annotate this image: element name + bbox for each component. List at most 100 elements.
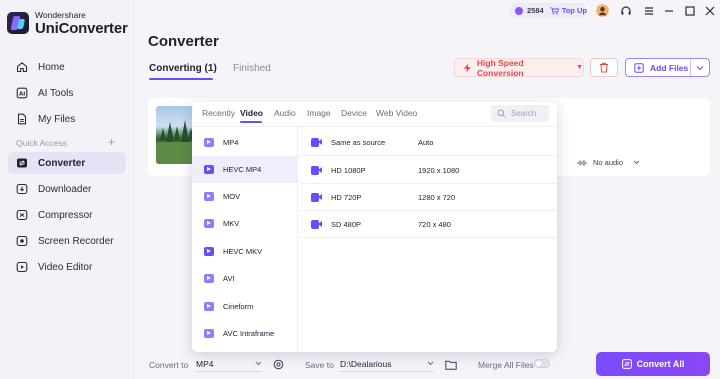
high-speed-conversion-button[interactable]: High Speed Conversion ▼ (454, 58, 584, 78)
video-camera-icon (311, 192, 322, 202)
merge-all-files-toggle[interactable] (534, 359, 550, 368)
search-placeholder: Search (511, 109, 537, 118)
resolution-name: SD 480P (331, 219, 362, 229)
top-up-button[interactable]: Top Up (550, 6, 587, 15)
video-format-icon (203, 136, 215, 149)
sidebar-item-downloader[interactable]: Downloader (8, 178, 126, 200)
ai-icon: AI (15, 87, 28, 100)
convert-to-label: Convert to (149, 360, 189, 370)
format-item-avc-intraframe[interactable]: AVC Intraframe (192, 320, 298, 347)
video-editor-icon (15, 261, 28, 274)
format-search-input[interactable]: Search (491, 105, 549, 122)
cart-icon (550, 6, 559, 14)
uniconverter-logo (7, 12, 29, 35)
sidebar-item-label: Home (38, 61, 65, 73)
format-item-hevc-mp4[interactable]: HEVC MP4 (192, 156, 298, 183)
home-icon (15, 61, 28, 74)
sidebar-item-video-editor[interactable]: Video Editor (8, 256, 126, 278)
tab-device[interactable]: Device (341, 108, 367, 118)
coin-icon (515, 6, 523, 15)
menu-icon[interactable] (642, 4, 655, 17)
svg-text:AI: AI (19, 92, 25, 98)
format-item-cineform[interactable]: Cineform (192, 293, 298, 320)
convert-to-select[interactable]: MP4 (196, 356, 262, 372)
trash-icon (600, 62, 608, 73)
format-item-avi[interactable]: AVI (192, 265, 298, 292)
avatar[interactable] (596, 4, 609, 17)
sidebar-item-label: Downloader (38, 183, 92, 195)
headset-icon[interactable] (619, 4, 632, 17)
tab-converting[interactable]: Converting (1) (149, 63, 217, 74)
audio-value: No audio (593, 158, 624, 167)
tab-recently[interactable]: Recently (202, 108, 235, 118)
video-format-icon (203, 300, 215, 313)
video-format-icon (203, 245, 215, 258)
format-popup: Recently Video Audio Image Device Web Vi… (192, 102, 557, 352)
brand: Wondershare UniConverter (7, 11, 128, 36)
convert-all-button[interactable]: Convert All (596, 352, 710, 376)
video-format-icon (203, 272, 215, 285)
sidebar-item-home[interactable]: Home (8, 56, 126, 78)
tab-image[interactable]: Image (307, 108, 331, 118)
convert-icon (15, 157, 28, 170)
save-to-value: D:\Dealarious (340, 358, 392, 369)
brand-main: UniConverter (35, 19, 128, 37)
format-label: MP4 (223, 138, 239, 147)
maximize-icon[interactable] (683, 4, 696, 17)
sidebar-item-screen-recorder[interactable]: Screen Recorder (8, 230, 126, 252)
popup-tab-underline (240, 121, 262, 123)
resolution-option[interactable]: SD 480P 720 x 480 (299, 211, 557, 238)
chevron-down-icon (255, 361, 262, 366)
sidebar-item-my-files[interactable]: My Files (8, 108, 126, 130)
format-item-mp4[interactable]: MP4 (192, 129, 298, 156)
format-item-mov[interactable]: MOV (192, 183, 298, 210)
merge-all-files-label: Merge All Files (478, 360, 534, 370)
compress-icon (15, 209, 28, 222)
video-format-icon (203, 217, 215, 230)
sidebar-item-converter[interactable]: Converter (8, 152, 126, 174)
top-up-label: Top Up (561, 6, 587, 15)
format-item-hevc-mkv[interactable]: HEVC MKV (192, 238, 298, 265)
resolution-option[interactable]: HD 720P 1280 x 720 (299, 184, 557, 211)
format-item-mkv[interactable]: MKV (192, 210, 298, 237)
minimize-icon[interactable] (662, 4, 675, 17)
tab-audio[interactable]: Audio (274, 108, 296, 118)
sidebar-item-label: AI Tools (38, 87, 74, 99)
close-icon[interactable] (703, 4, 716, 17)
tab-active-underline (149, 78, 213, 80)
save-to-label: Save to (305, 360, 334, 370)
tab-video[interactable]: Video (240, 108, 263, 118)
video-format-icon (203, 190, 215, 203)
resolution-name: Same as source (331, 137, 386, 147)
audio-dropdown[interactable]: No audio (577, 158, 640, 167)
tab-web-video[interactable]: Web Video (376, 108, 417, 118)
record-icon (15, 235, 28, 248)
video-format-icon (203, 327, 215, 340)
audio-wave-icon (577, 159, 587, 166)
add-file-icon (634, 62, 644, 73)
search-icon (497, 109, 506, 118)
sidebar-item-label: My Files (38, 113, 76, 125)
sidebar-item-ai-tools[interactable]: AI AI Tools (8, 82, 126, 104)
add-files-dropdown[interactable] (691, 65, 709, 71)
delete-all-button[interactable] (590, 58, 618, 77)
sidebar-item-label: Screen Recorder (38, 235, 114, 247)
page-title: Converter (148, 33, 219, 50)
resolution-name: HD 720P (331, 192, 362, 202)
points-pill[interactable]: 2584 Top Up (509, 3, 587, 18)
resolution-option[interactable]: HD 1080P 1920 x 1080 (299, 157, 557, 184)
folder-icon[interactable] (444, 358, 457, 371)
format-label: HEVC MP4 (223, 165, 262, 174)
format-label: MOV (223, 192, 241, 201)
sidebar-item-compressor[interactable]: Compressor (8, 204, 126, 226)
output-settings-icon[interactable] (272, 358, 285, 371)
tab-finished[interactable]: Finished (233, 63, 271, 74)
chevron-down-icon: ▼ (576, 64, 583, 71)
add-quick-access-icon[interactable]: + (108, 135, 115, 149)
add-files-button[interactable]: Add Files (625, 58, 710, 77)
resolution-value: 1280 x 720 (418, 192, 456, 202)
format-label: Cineform (223, 302, 254, 311)
resolution-option[interactable]: Same as source Auto (299, 129, 557, 156)
video-format-icon (203, 163, 215, 176)
save-to-select[interactable]: D:\Dealarious (340, 356, 434, 372)
